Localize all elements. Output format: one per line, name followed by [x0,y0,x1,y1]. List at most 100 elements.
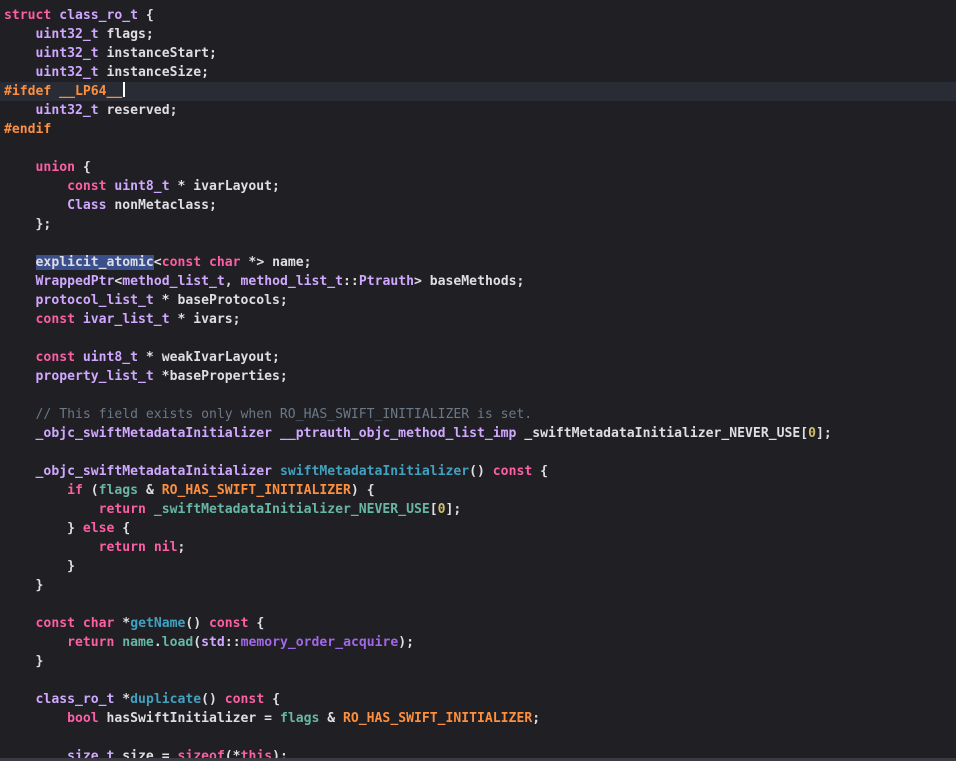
code-token: } [4,521,83,536]
code-token: ( [82,483,99,498]
code-token: _objc_swiftMetadataInitializer [35,464,273,479]
code-line[interactable]: } [4,652,956,671]
code-token: :: [224,635,241,650]
code-line[interactable]: const char *getName() const { [4,614,956,633]
code-line[interactable] [4,443,956,462]
code-token: uint32_t [35,46,99,61]
code-line[interactable] [4,671,956,690]
code-line[interactable]: struct class_ro_t { [4,6,956,25]
code-token: Class [67,198,107,213]
code-token: std [201,635,225,650]
code-line[interactable]: class_ro_t *duplicate() const { [4,690,956,709]
code-line[interactable]: const uint8_t * weakIvarLayout; [4,348,956,367]
code-line[interactable]: Class nonMetaclass; [4,196,956,215]
code-token: hasSwiftInitializer = [98,711,280,726]
code-token: property_list_t [35,369,154,384]
code-line[interactable] [4,139,956,158]
code-line[interactable]: _objc_swiftMetadataInitializer swiftMeta… [4,462,956,481]
code-token: & [138,483,162,498]
code-line[interactable]: _objc_swiftMetadataInitializer __ptrauth… [4,424,956,443]
code-token: & [319,711,344,726]
code-token: WrappedPtr [35,274,115,289]
code-token: () [469,464,493,479]
code-line[interactable] [4,728,956,747]
code-line[interactable]: } [4,576,956,595]
code-line[interactable]: bool hasSwiftInitializer = flags & RO_HA… [4,709,956,728]
code-token: class_ro_t [59,8,139,23]
code-token: uint8_t [82,350,139,365]
code-line[interactable]: union { [4,158,956,177]
code-line[interactable]: uint32_t instanceSize; [4,63,956,82]
code-token: const [161,255,202,270]
code-editor[interactable]: struct class_ro_t { uint32_t flags; uint… [0,0,956,761]
code-line[interactable]: uint32_t instanceStart; [4,44,956,63]
code-token: instanceStart; [98,46,217,61]
code-line[interactable]: explicit_atomic<const char *> name; [4,253,956,272]
code-token: method_list_t [122,274,225,289]
code-token: uint32_t [35,65,99,80]
code-line[interactable] [4,595,956,614]
code-line[interactable]: #ifdef __LP64__ [0,82,956,101]
code-token: { [264,692,280,707]
code-line[interactable]: } else { [4,519,956,538]
code-token: // This field exists only when RO_HAS_SW… [35,407,533,422]
code-token: ; [177,540,186,555]
code-token: { [532,464,548,479]
code-line[interactable]: uint32_t flags; [4,25,956,44]
code-token: < [153,255,162,270]
code-token: } [4,559,75,574]
code-token: protocol_list_t [35,293,154,308]
code-line[interactable]: property_list_t *baseProperties; [4,367,956,386]
code-token: ) { [350,483,375,498]
code-token: ); [398,635,415,650]
code-token: 0 [437,502,446,517]
code-token: const [35,616,75,631]
code-line[interactable]: uint32_t reserved; [4,101,956,120]
code-line[interactable]: const uint8_t * ivarLayout; [4,177,956,196]
code-line[interactable] [4,234,956,253]
code-token: const [492,464,533,479]
code-line[interactable]: }; [4,215,956,234]
code-token: _swiftMetadataInitializer_NEVER_USE [153,502,430,517]
code-token: ]; [816,426,832,441]
code-token: return [67,635,115,650]
code-token: union [35,160,75,175]
code-line[interactable]: protocol_list_t * baseProtocols; [4,291,956,310]
code-line[interactable]: } [4,557,956,576]
code-token: uint8_t [114,179,170,194]
code-line[interactable]: return _swiftMetadataInitializer_NEVER_U… [4,500,956,519]
code-token: getName [130,616,186,631]
code-line[interactable]: // This field exists only when RO_HAS_SW… [4,405,956,424]
code-line[interactable]: return name.load(std::memory_order_acqui… [4,633,956,652]
code-line[interactable]: return nil; [4,538,956,557]
code-line[interactable]: WrappedPtr<method_list_t, method_list_t:… [4,272,956,291]
code-token: ]; [445,502,462,517]
code-token: ; [532,711,541,726]
code-line[interactable] [4,386,956,405]
code-token: return [98,540,146,555]
code-token: () [185,616,210,631]
code-line[interactable]: const ivar_list_t * ivars; [4,310,956,329]
code-line[interactable] [4,329,956,348]
code-token: else [82,521,115,536]
code-line[interactable]: if (flags & RO_HAS_SWIFT_INITIALIZER) { [4,481,956,500]
code-lines[interactable]: struct class_ro_t { uint32_t flags; uint… [0,6,956,761]
code-token: reserved; [98,103,178,118]
code-token: flags [98,483,139,498]
code-line[interactable]: #endif [4,120,956,139]
code-token: bool [67,711,99,726]
code-token: class_ro_t [35,692,115,707]
